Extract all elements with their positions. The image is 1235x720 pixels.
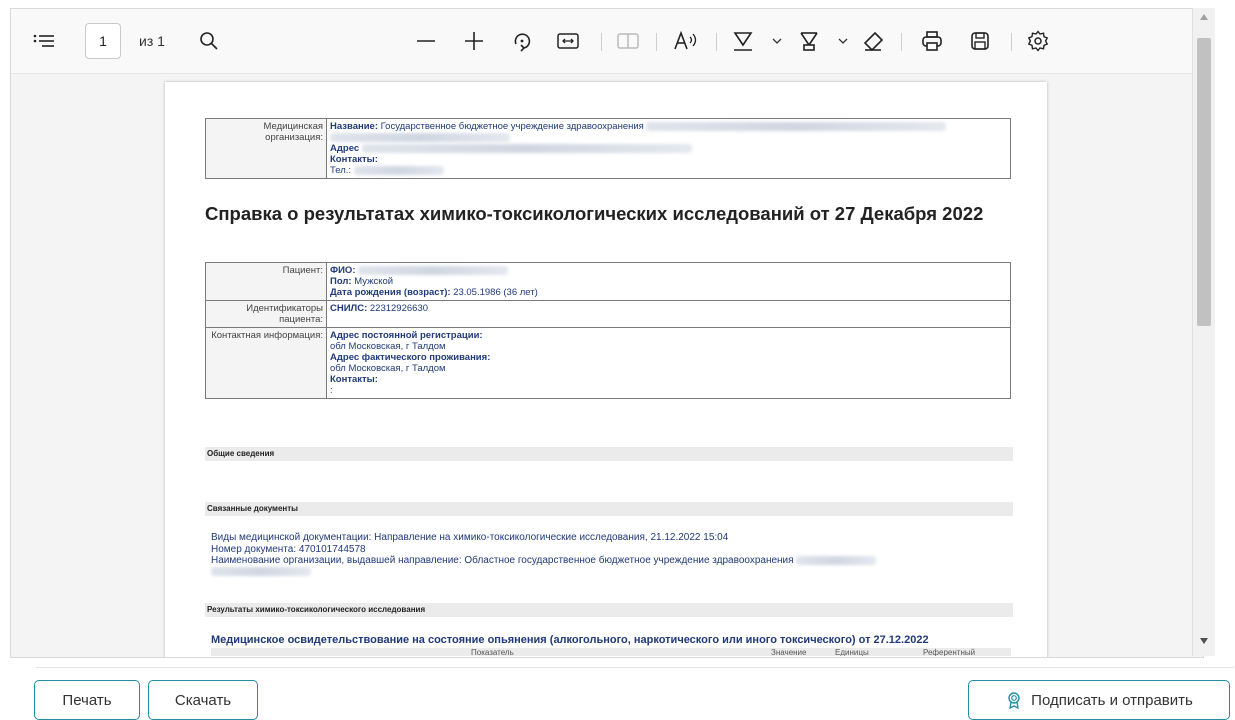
- org-address-label: Адрес: [330, 143, 360, 154]
- section-results: Результаты химико-токсикологического исс…: [205, 603, 1013, 617]
- rotate-icon[interactable]: [507, 25, 537, 57]
- col-indicator: Показатель: [471, 648, 514, 656]
- highlight-icon[interactable]: [727, 25, 759, 57]
- col-ref: Референтный: [923, 648, 976, 656]
- contacts-value: :: [330, 385, 333, 396]
- org-label: Медицинская организация:: [205, 118, 327, 179]
- organization-table: Медицинская организация: Название: Госуд…: [205, 118, 1011, 179]
- print-icon[interactable]: [917, 25, 947, 57]
- org-details: Название: Государственное бюджетное учре…: [326, 118, 1011, 179]
- fio-label: ФИО:: [330, 265, 356, 276]
- related-line-1: Виды медицинской документации: Направлен…: [211, 532, 729, 543]
- scroll-thumb[interactable]: [1197, 38, 1211, 326]
- read-aloud-icon[interactable]: [669, 25, 703, 57]
- patient-table: Пациент: ФИО: Пол: Мужской Дата рождения…: [205, 262, 1011, 399]
- result-title: Медицинское освидетельствование на состо…: [211, 634, 929, 646]
- zoom-out-icon[interactable]: [411, 25, 441, 57]
- erase-icon[interactable]: [857, 25, 889, 57]
- sex-label: Пол:: [330, 276, 352, 287]
- download-button[interactable]: Скачать: [148, 680, 258, 720]
- certificate-icon: [1008, 692, 1020, 709]
- col-units: Единицы: [835, 648, 869, 656]
- org-name-value: Государственное бюджетное учреждение здр…: [380, 121, 644, 132]
- save-icon[interactable]: [965, 25, 995, 57]
- dob-label: Дата рождения (возраст):: [330, 287, 451, 298]
- col-value: Значение: [771, 648, 807, 656]
- pdf-viewer: 1 из 1 Медицинская организация: Название…: [10, 8, 1204, 658]
- search-icon[interactable]: [195, 25, 223, 57]
- page-number-input[interactable]: 1: [85, 23, 121, 59]
- page-title: Справка о результатах химико-токсикологи…: [205, 203, 984, 224]
- contacts-label: Контакты:: [330, 374, 378, 385]
- section-related: Связанные документы: [205, 502, 1013, 516]
- reg-address-label: Адрес постоянной регистрации:: [330, 330, 483, 341]
- fact-address-label: Адрес фактического проживания:: [330, 352, 491, 363]
- snils-value: 22312926630: [369, 303, 429, 314]
- reg-address-value: обл Московская, г Талдом: [330, 341, 446, 352]
- fit-width-icon[interactable]: [553, 25, 583, 57]
- highlight-options-chevron-icon[interactable]: [767, 25, 787, 57]
- zoom-in-icon[interactable]: [459, 25, 489, 57]
- org-name-label: Название:: [330, 121, 379, 132]
- page-count-label: из 1: [139, 33, 165, 49]
- outline-icon[interactable]: [29, 25, 59, 57]
- two-page-icon[interactable]: [613, 25, 643, 57]
- scroll-up-icon[interactable]: [1200, 14, 1208, 20]
- related-documents: Виды медицинской документации: Направлен…: [211, 532, 877, 578]
- related-line-2: Номер документа: 470101744578: [211, 543, 366, 555]
- patient-label: Пациент:: [205, 262, 327, 301]
- sign-and-send-button[interactable]: Подписать и отправить: [968, 680, 1230, 720]
- snils-label: СНИЛС:: [330, 303, 368, 314]
- scroll-down-icon[interactable]: [1200, 638, 1208, 644]
- ids-label: Идентификаторы пациента:: [205, 300, 327, 328]
- pdf-toolbar: 1 из 1: [11, 9, 1203, 74]
- section-general: Общие сведения: [205, 447, 1013, 461]
- document-page: Медицинская организация: Название: Госуд…: [165, 82, 1047, 657]
- draw-options-chevron-icon[interactable]: [833, 25, 853, 57]
- fact-address-value: обл Московская, г Талдом: [330, 363, 446, 374]
- contact-label: Контактная информация:: [205, 327, 327, 399]
- org-phone-label: Тел.:: [330, 165, 352, 176]
- result-table-header: Показатель Значение Единицы Референтный: [211, 648, 1011, 656]
- footer-divider: [36, 667, 1234, 668]
- sex-value: Мужской: [354, 276, 394, 287]
- sign-and-send-label: Подписать и отправить: [1031, 691, 1193, 709]
- vertical-scrollbar[interactable]: [1192, 8, 1215, 656]
- dob-value: 23.05.1986 (36 лет): [453, 287, 538, 298]
- print-button[interactable]: Печать: [34, 680, 140, 720]
- document-area[interactable]: Медицинская организация: Название: Госуд…: [11, 74, 1203, 657]
- draw-icon[interactable]: [793, 25, 825, 57]
- org-contacts-label: Контакты:: [330, 154, 378, 165]
- settings-icon[interactable]: [1023, 25, 1053, 57]
- related-line-3: Наименование организации, выдавшей напра…: [211, 555, 794, 566]
